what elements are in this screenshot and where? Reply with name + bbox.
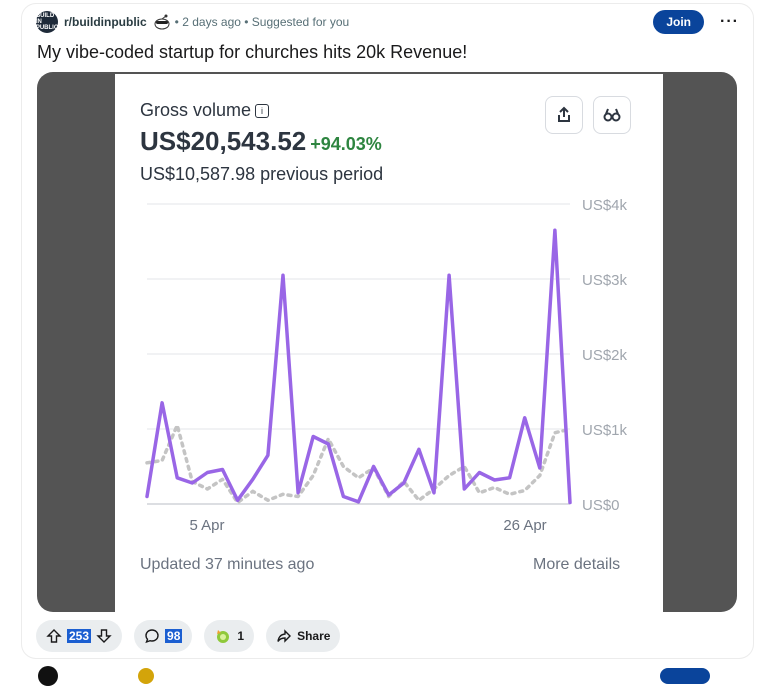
next-post-avatar-icon [138, 668, 154, 684]
award-icon [217, 630, 230, 643]
action-bar: 253 98 1 Share [36, 620, 341, 652]
more-details-link[interactable]: More details [533, 556, 620, 574]
post-title[interactable]: My vibe-coded startup for churches hits … [37, 42, 467, 63]
downvote-icon[interactable] [96, 628, 112, 644]
x-tick-label: 26 Apr [503, 517, 546, 534]
next-post-join-button[interactable] [660, 668, 710, 684]
y-tick-label: US$2k [582, 347, 628, 364]
share-button[interactable]: Share [266, 620, 341, 652]
share-icon [277, 629, 292, 643]
snoo-avatar-icon [154, 14, 170, 30]
previous-period-line [145, 423, 572, 505]
gross-volume-widget: Gross volume i US$20,543.52 +94.03% US$10,… [115, 74, 663, 612]
upvote-count: 253 [67, 629, 92, 643]
subreddit-link[interactable]: r/buildinpublic [64, 15, 147, 29]
comment-count: 98 [165, 629, 183, 643]
award-count: 1 [237, 629, 245, 643]
updated-time: Updated 37 minutes ago [140, 556, 315, 573]
join-button[interactable]: Join [653, 10, 705, 34]
vote-pill: 253 [36, 620, 123, 652]
post-image[interactable]: Gross volume i US$20,543.52 +94.03% US$10,… [37, 72, 737, 612]
post-card[interactable]: BUILD IN PUBLIC r/buildinpublic • 2 days… [22, 4, 753, 658]
upvote-icon[interactable] [46, 628, 62, 644]
share-label: Share [297, 629, 331, 643]
next-post-subreddit-icon[interactable] [38, 666, 58, 686]
comment-icon [145, 629, 159, 644]
gross-volume-chart: US$4k US$3k US$2k US$1k US$0 5 Apr 26 Apr [145, 197, 628, 534]
y-tick-label: US$0 [582, 497, 620, 514]
subreddit-icon[interactable]: BUILD IN PUBLIC [36, 11, 58, 33]
y-tick-label: US$4k [582, 197, 628, 214]
current-period-line [145, 228, 572, 505]
more-options-icon[interactable]: ··· [720, 13, 739, 31]
post-meta: • 2 days ago • Suggested for you [174, 15, 350, 29]
award-button[interactable]: 1 [204, 620, 255, 652]
post-header: BUILD IN PUBLIC r/buildinpublic • 2 days… [36, 10, 739, 34]
y-tick-label: US$3k [582, 272, 628, 289]
comments-button[interactable]: 98 [134, 620, 193, 652]
x-tick-label: 5 Apr [189, 517, 224, 534]
y-tick-label: US$1k [582, 422, 628, 439]
